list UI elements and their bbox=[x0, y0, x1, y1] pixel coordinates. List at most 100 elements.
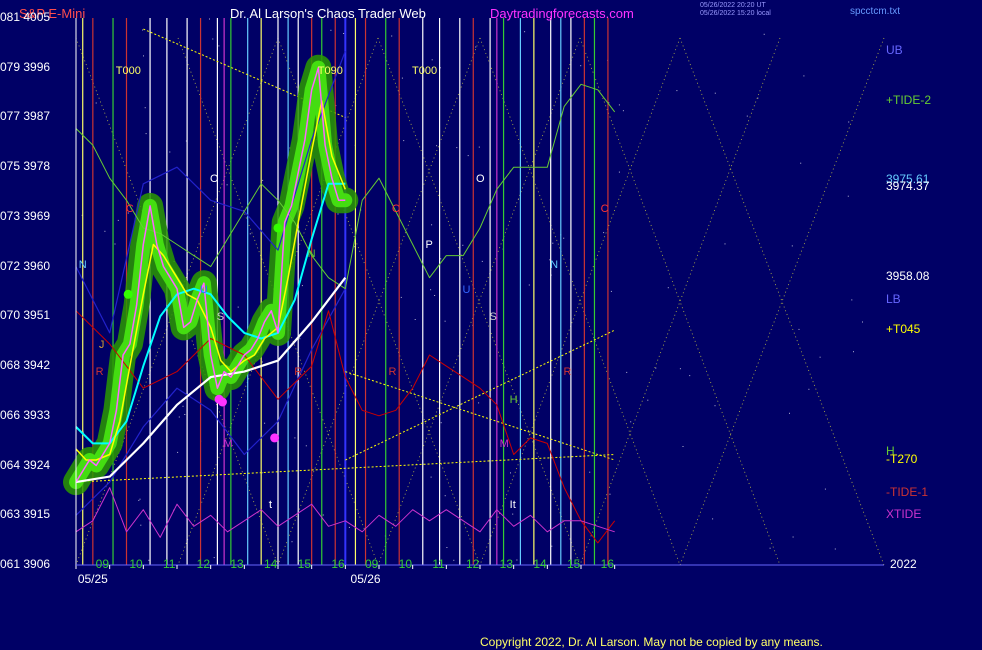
timestamp-local: 05/26/2022 15:20 local bbox=[700, 10, 771, 17]
star-dot bbox=[847, 195, 849, 197]
site-title: Dr. Al Larson's Chaos Trader Web bbox=[230, 6, 426, 21]
star-dot bbox=[143, 55, 144, 57]
point-label: T090 bbox=[317, 65, 343, 78]
right-label: -TIDE-1 bbox=[886, 485, 928, 500]
x-tick-label: 09 bbox=[95, 557, 110, 571]
star-dot bbox=[478, 146, 480, 148]
y-tick-label: 064 3924 bbox=[0, 457, 51, 472]
star-dot bbox=[182, 405, 184, 407]
star-dot bbox=[262, 179, 264, 181]
right-label: +TIDE-2 bbox=[886, 92, 932, 107]
star-dot bbox=[213, 557, 215, 559]
star-dot bbox=[436, 145, 438, 147]
star-dot bbox=[453, 559, 455, 561]
price-chart bbox=[0, 0, 982, 650]
star-dot bbox=[403, 140, 405, 142]
x-tick-label: 15 bbox=[567, 557, 581, 571]
star-dot bbox=[261, 361, 263, 363]
star-dot bbox=[824, 488, 826, 490]
star-dot bbox=[589, 471, 591, 473]
point-label: T000 bbox=[115, 65, 141, 78]
chart-background bbox=[0, 0, 982, 650]
x-tick-label: 11 bbox=[432, 557, 445, 571]
y-tick-label: 068 3942 bbox=[0, 358, 51, 373]
x-tick-label: 13 bbox=[230, 557, 244, 571]
star-dot bbox=[724, 243, 726, 245]
star-dot bbox=[139, 498, 141, 500]
star-dot bbox=[834, 548, 836, 550]
star-dot bbox=[610, 290, 612, 292]
star-dot bbox=[478, 402, 480, 404]
year-label: 2022 bbox=[890, 557, 917, 571]
star-dot bbox=[714, 405, 716, 407]
x-tick-label: 09 bbox=[365, 557, 379, 571]
star-dot bbox=[144, 107, 146, 109]
star-dot bbox=[618, 171, 620, 173]
point-label: R bbox=[563, 366, 572, 379]
star-dot bbox=[440, 422, 442, 424]
y-tick-label: 061 3906 bbox=[0, 557, 51, 571]
star-dot bbox=[682, 446, 684, 447]
star-dot bbox=[264, 422, 266, 424]
right-label: XTIDE bbox=[886, 507, 922, 522]
star-dot bbox=[444, 320, 446, 322]
star-dot bbox=[609, 493, 611, 495]
star-dot bbox=[853, 351, 854, 353]
star-dot bbox=[746, 115, 748, 117]
star-dot bbox=[808, 388, 810, 390]
right-label: UB bbox=[886, 43, 903, 58]
point-label: T000 bbox=[412, 65, 438, 78]
star-dot bbox=[177, 451, 179, 453]
star-dot bbox=[475, 46, 477, 48]
star-dot bbox=[322, 514, 324, 516]
point-label: P bbox=[425, 239, 433, 252]
point-label: C bbox=[125, 203, 134, 216]
star-dot bbox=[184, 414, 186, 415]
point-label: U bbox=[462, 283, 471, 296]
x-tick-label: 14 bbox=[533, 557, 547, 571]
point-label: R bbox=[388, 366, 397, 379]
star-dot bbox=[145, 133, 147, 135]
timestamps: 05/26/2022 20:20 UT 05/26/2022 15:20 loc… bbox=[700, 2, 771, 18]
star-dot bbox=[226, 184, 228, 186]
star-dot bbox=[848, 121, 850, 123]
y-tick-label: 073 3969 bbox=[0, 208, 51, 223]
point-label: N bbox=[550, 258, 559, 271]
star-dot bbox=[516, 559, 518, 561]
star-dot bbox=[618, 104, 620, 106]
chart-marker bbox=[123, 289, 133, 299]
star-dot bbox=[647, 399, 649, 401]
star-dot bbox=[430, 476, 432, 478]
y-tick-label: 081 4005 bbox=[0, 10, 51, 24]
right-label: LB bbox=[886, 291, 901, 306]
point-label: M bbox=[499, 438, 509, 451]
y-tick-label: 079 3996 bbox=[0, 59, 51, 74]
x-tick-label: 16 bbox=[600, 557, 615, 571]
right-label: +T045 bbox=[886, 322, 921, 337]
star-dot bbox=[178, 416, 180, 418]
star-dot bbox=[337, 213, 339, 215]
point-label: N bbox=[307, 247, 316, 260]
y-tick-label: 063 3915 bbox=[0, 507, 51, 522]
star-dot bbox=[679, 368, 681, 370]
point-label: C bbox=[391, 203, 400, 216]
point-label: H bbox=[509, 394, 518, 406]
point-label: R bbox=[95, 366, 104, 379]
x-tick-label: 12 bbox=[466, 557, 480, 571]
site-url[interactable]: Daytradingforecasts.com bbox=[490, 6, 634, 21]
star-dot bbox=[481, 260, 483, 262]
point-label: R bbox=[294, 366, 303, 379]
star-dot bbox=[114, 243, 116, 245]
star-dot bbox=[237, 306, 239, 308]
star-dot bbox=[212, 38, 214, 40]
star-dot bbox=[800, 162, 802, 164]
star-dot bbox=[462, 244, 464, 246]
star-dot bbox=[851, 299, 853, 301]
data-filename: spcctcm.txt bbox=[850, 6, 901, 17]
star-dot bbox=[791, 245, 793, 247]
date-label: 05/26 bbox=[350, 572, 381, 586]
point-label: t bbox=[268, 498, 272, 511]
star-dot bbox=[148, 559, 150, 561]
star-dot bbox=[552, 242, 554, 244]
chart-marker bbox=[217, 397, 227, 407]
